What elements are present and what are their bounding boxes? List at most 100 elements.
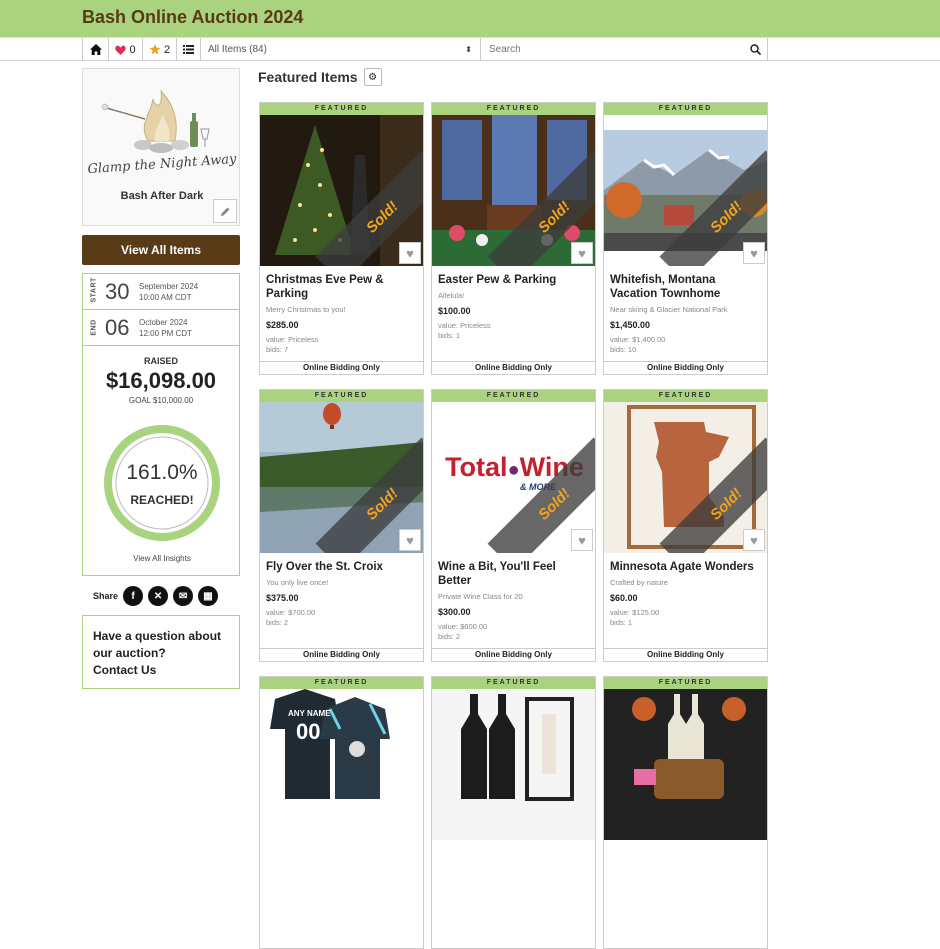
item-card[interactable]: FEATURED Sold! ♥ Whitefish, Montana Vaca…	[603, 102, 768, 375]
contact-us-link[interactable]: Contact Us	[93, 662, 229, 679]
heart-icon: ♥	[750, 532, 758, 548]
facebook-icon[interactable]: f	[123, 586, 144, 606]
item-card[interactable]: FEATURED	[603, 676, 768, 949]
search-icon[interactable]	[750, 44, 761, 55]
search-box[interactable]	[481, 38, 767, 61]
question-line-1: Have a question about	[93, 629, 222, 643]
end-label: END	[90, 319, 98, 336]
raised-amount: $16,098.00	[105, 368, 217, 393]
list-icon	[183, 45, 194, 54]
featured-tag: FEATURED	[260, 677, 423, 689]
item-image[interactable]: Sold! ♥	[604, 115, 767, 266]
bidding-type: Online Bidding Only	[604, 648, 767, 661]
settings-button[interactable]: ⚙	[363, 68, 382, 86]
view-insights-link[interactable]: View All Insights	[83, 554, 241, 563]
item-price: $300.00	[438, 607, 471, 617]
start-day: 30	[105, 278, 130, 304]
item-subtitle: You only live once!	[266, 578, 329, 587]
item-title[interactable]: Easter Pew & Parking	[438, 273, 589, 287]
item-subtitle: Merry Christmas to you!	[266, 305, 346, 314]
favorites-count: 0	[129, 43, 136, 56]
item-value: value: $600.00	[438, 622, 488, 631]
item-image[interactable]: Total●Wine & MORE Sold! ♥	[432, 402, 595, 553]
bidding-type: Online Bidding Only	[260, 361, 423, 374]
sidebar: Glamp the Night Away Bash After Dark Vie…	[82, 68, 240, 689]
start-time: 10:00 AM CDT	[139, 292, 192, 302]
raised-label: RAISED	[143, 356, 178, 366]
item-title[interactable]: Fly Over the St. Croix	[266, 560, 417, 574]
item-subtitle: Allelula!	[438, 291, 465, 300]
item-image[interactable]: Sold! ♥	[260, 115, 423, 266]
item-price: $100.00	[438, 306, 471, 316]
home-button[interactable]	[83, 38, 109, 61]
item-card[interactable]: FEATURED ANY NAME 00	[259, 676, 424, 949]
item-image[interactable]: ANY NAME 00	[260, 689, 423, 840]
item-bids: bids: 1	[438, 331, 461, 340]
wine-basket-photo	[604, 689, 767, 840]
header-bar: Bash Online Auction 2024	[0, 0, 940, 37]
item-image[interactable]	[604, 689, 767, 840]
featured-tag: FEATURED	[604, 103, 767, 115]
heart-icon	[115, 45, 127, 55]
item-value: value: Priceless	[266, 335, 319, 344]
search-input[interactable]	[489, 44, 719, 55]
favorite-heart-button[interactable]: ♥	[743, 529, 765, 551]
favorite-heart-button[interactable]: ♥	[571, 529, 593, 551]
item-bids: bids: 7	[266, 345, 289, 354]
item-card[interactable]: FEATURED	[431, 676, 596, 949]
featured-tag: FEATURED	[432, 390, 595, 402]
favorites-button[interactable]: 0	[109, 38, 143, 61]
copy-link-icon[interactable]: ▦	[198, 586, 219, 606]
question-line-2: our auction?	[93, 646, 166, 660]
category-select-value: All Items (84)	[208, 44, 267, 55]
list-view-button[interactable]	[177, 38, 201, 61]
featured-tag: FEATURED	[260, 103, 423, 115]
item-bids: bids: 2	[266, 618, 289, 627]
item-card[interactable]: FEATURED Sold! ♥ Fly Over the St. Croix …	[259, 389, 424, 662]
item-card[interactable]: FEATURED Sold! ♥ Christmas Eve Pew & Par…	[259, 102, 424, 375]
email-icon[interactable]: ✉	[173, 586, 194, 606]
favorite-heart-button[interactable]: ♥	[399, 242, 421, 264]
contact-panel: Have a question about our auction? Conta…	[82, 615, 240, 689]
end-day: 06	[105, 314, 130, 340]
item-title[interactable]: Christmas Eve Pew & Parking	[266, 273, 417, 301]
featured-tag: FEATURED	[260, 390, 423, 402]
soccer-jersey-photo	[260, 689, 423, 840]
starred-button[interactable]: 2	[143, 38, 177, 61]
item-title[interactable]: Minnesota Agate Wonders	[610, 560, 761, 574]
featured-tag: FEATURED	[604, 677, 767, 689]
item-card[interactable]: FEATURED Sold! ♥ Minnesota Agate Wonders…	[603, 389, 768, 662]
favorite-heart-button[interactable]: ♥	[571, 242, 593, 264]
item-title[interactable]: Whitefish, Montana Vacation Townhome	[610, 273, 761, 301]
item-image[interactable]: Sold! ♥	[260, 402, 423, 553]
item-card[interactable]: FEATURED Total●Wine & MORE Sold! ♥ Wine …	[431, 389, 596, 662]
item-price: $60.00	[610, 593, 638, 603]
featured-header: Featured Items ⚙	[258, 68, 382, 86]
category-select[interactable]: All Items (84) ⬍	[201, 38, 481, 61]
item-value: value: $700.00	[266, 608, 316, 617]
favorite-heart-button[interactable]: ♥	[743, 242, 765, 264]
x-twitter-icon[interactable]: ✕	[148, 586, 169, 606]
gear-icon: ⚙	[368, 71, 378, 83]
item-bids: bids: 10	[610, 345, 637, 354]
item-subtitle: Crafted by nature	[610, 578, 668, 587]
item-bids: bids: 2	[438, 632, 461, 641]
item-image[interactable]: Sold! ♥	[432, 115, 595, 266]
goal-amount: GOAL $10,000.00	[128, 396, 194, 405]
edit-logo-button[interactable]	[213, 199, 237, 223]
auction-dates-panel: START 30 September 2024 10:00 AM CDT END…	[82, 273, 240, 576]
auction-logo: Glamp the Night Away Bash After Dark	[82, 68, 240, 226]
heart-icon: ♥	[406, 245, 414, 261]
heart-icon: ♥	[578, 245, 586, 261]
item-card[interactable]: FEATURED Sold! ♥ Easter Pew & Parking Al…	[431, 102, 596, 375]
view-all-items-button[interactable]: View All Items	[82, 235, 240, 265]
item-image[interactable]: Sold! ♥	[604, 402, 767, 553]
featured-tag: FEATURED	[432, 677, 595, 689]
campfire-icon	[101, 89, 210, 153]
favorite-heart-button[interactable]: ♥	[399, 529, 421, 551]
item-image[interactable]	[432, 689, 595, 840]
item-title[interactable]: Wine a Bit, You'll Feel Better	[438, 560, 589, 588]
page-title: Featured Items	[258, 69, 358, 85]
select-arrows-icon: ⬍	[465, 45, 472, 54]
wine-lantern-photo	[432, 689, 595, 840]
